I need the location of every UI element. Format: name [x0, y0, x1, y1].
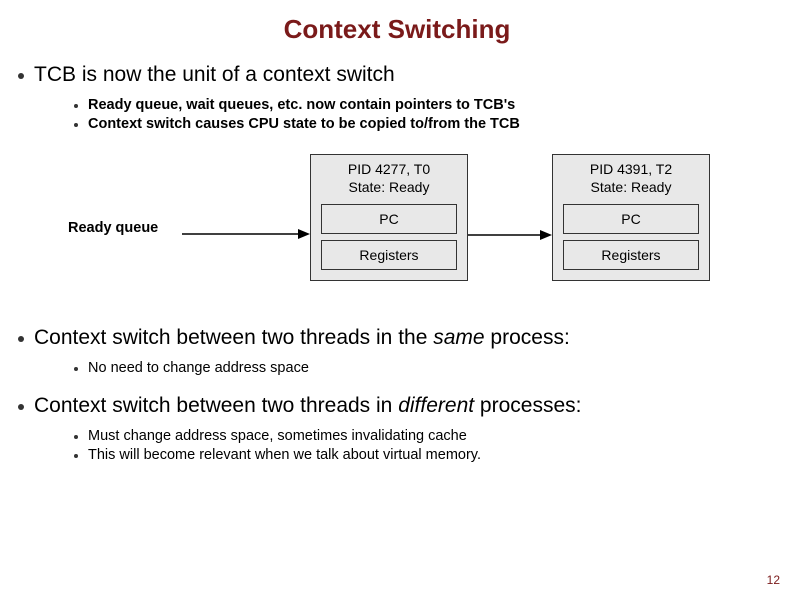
bullet-3-text: Context switch between two threads in di…: [34, 394, 581, 418]
bullet-2-sub-1-text: No need to change address space: [88, 360, 309, 376]
tcb-box-1-cells: PC Registers: [311, 204, 467, 280]
tcb-box-2-pc: PC: [563, 204, 699, 234]
tcb-box-1-line1: PID 4277, T0: [315, 161, 463, 179]
bullet-2-suffix: process:: [485, 326, 570, 349]
bullet-dot: [18, 404, 24, 410]
bullet-1-sub-2-text: Context switch causes CPU state to be co…: [88, 116, 520, 132]
tcb-box-1-header: PID 4277, T0 State: Ready: [311, 155, 467, 204]
tcb-box-2-cells: PC Registers: [553, 204, 709, 280]
bullet-2-prefix: Context switch between two threads in th…: [34, 326, 433, 349]
bullet-dot: [74, 123, 78, 127]
bullet-2-emph: same: [433, 326, 484, 349]
bullet-dot: [18, 73, 24, 79]
bullet-dot: [74, 435, 78, 439]
bullet-3-sub-1-text: Must change address space, sometimes inv…: [88, 428, 467, 444]
tcb-box-1-registers: Registers: [321, 240, 457, 270]
bullet-dot: [74, 367, 78, 371]
slide-title: Context Switching: [0, 0, 794, 53]
bullet-3-sub-2-text: This will become relevant when we talk a…: [88, 447, 481, 463]
bullet-3-sublist: Must change address space, sometimes inv…: [74, 428, 770, 463]
bullet-dot: [74, 104, 78, 108]
slide-content: TCB is now the unit of a context switch …: [0, 63, 794, 463]
tcb-box-2-line1: PID 4391, T2: [557, 161, 705, 179]
bullet-1-sublist: Ready queue, wait queues, etc. now conta…: [74, 97, 770, 132]
bullet-1-sub-1-text: Ready queue, wait queues, etc. now conta…: [88, 97, 515, 113]
bullet-1: TCB is now the unit of a context switch: [18, 63, 770, 87]
ready-queue-label: Ready queue: [68, 220, 158, 236]
tcb-box-2-header: PID 4391, T2 State: Ready: [553, 155, 709, 204]
bullet-3-prefix: Context switch between two threads in: [34, 394, 398, 417]
bullet-3-suffix: processes:: [474, 394, 581, 417]
tcb-box-2: PID 4391, T2 State: Ready PC Registers: [552, 154, 710, 281]
arrow-to-first-tcb: [182, 228, 310, 230]
bullet-dot: [74, 454, 78, 458]
tcb-box-1-pc: PC: [321, 204, 457, 234]
tcb-box-2-registers: Registers: [563, 240, 699, 270]
bullet-3-sub-1: Must change address space, sometimes inv…: [74, 428, 770, 444]
bullet-1-sub-1: Ready queue, wait queues, etc. now conta…: [74, 97, 770, 113]
bullet-1-text: TCB is now the unit of a context switch: [34, 63, 395, 87]
tcb-box-1-line2: State: Ready: [315, 179, 463, 197]
arrow-between-tcbs: [468, 228, 552, 230]
bullet-3-sub-2: This will become relevant when we talk a…: [74, 447, 770, 463]
bullet-2-sublist: No need to change address space: [74, 360, 770, 376]
bullet-3: Context switch between two threads in di…: [18, 394, 770, 418]
bullet-2: Context switch between two threads in th…: [18, 326, 770, 350]
bullet-1-sub-2: Context switch causes CPU state to be co…: [74, 116, 770, 132]
bullet-2-sub-1: No need to change address space: [74, 360, 770, 376]
tcb-box-1: PID 4277, T0 State: Ready PC Registers: [310, 154, 468, 281]
bullet-3-emph: different: [398, 394, 474, 417]
page-number: 12: [767, 573, 780, 587]
bullet-dot: [18, 336, 24, 342]
bullet-2-text: Context switch between two threads in th…: [34, 326, 570, 350]
diagram: Ready queue PID 4277, T0 State: Ready PC…: [48, 148, 768, 318]
tcb-box-2-line2: State: Ready: [557, 179, 705, 197]
